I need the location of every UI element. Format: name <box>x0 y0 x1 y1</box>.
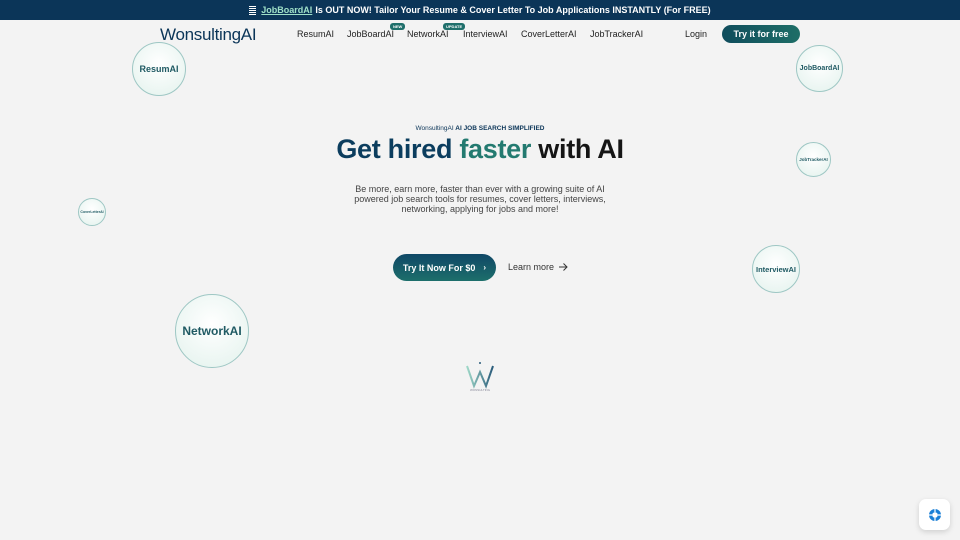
page-title: Get hired faster with AI <box>0 134 960 165</box>
nav-item-jobtrackerai[interactable]: JobTrackerAI <box>590 29 643 39</box>
eyebrow: WonsultingAI AI JOB SEARCH SIMPLIFIED <box>0 125 960 132</box>
w-logo-caption: WONSULTING <box>469 388 491 392</box>
bubble-jobboardai[interactable]: JobBoardAI <box>796 45 843 92</box>
bubble-networkai[interactable]: NetworkAI <box>175 294 249 368</box>
announcement-text: Is OUT NOW! Tailor Your Resume & Cover L… <box>315 5 711 15</box>
try-now-button[interactable]: Try It Now For $0 › <box>393 254 496 281</box>
nav-label: NetworkAI <box>407 29 449 39</box>
try-now-label: Try It Now For $0 <box>402 262 476 273</box>
nav-item-jobboardai[interactable]: JobBoardAI NEW <box>347 23 406 39</box>
eyebrow-text: AI JOB SEARCH SIMPLIFIED <box>455 125 545 132</box>
help-button[interactable] <box>919 499 950 530</box>
chevron-right-icon: › <box>483 263 487 272</box>
try-free-button[interactable]: Try it for free <box>722 25 800 43</box>
arrow-right-icon <box>559 263 568 271</box>
learn-more-link[interactable]: Learn more <box>508 262 568 272</box>
hero-subtitle: Be more, earn more, faster than ever wit… <box>354 184 606 214</box>
headline-part-3: with AI <box>538 134 624 164</box>
headline-part-1: Get hired <box>336 134 453 164</box>
nav-item-resumai[interactable]: ResumAI <box>297 29 334 39</box>
bubble-interviewai[interactable]: InterviewAI <box>752 245 800 293</box>
bubble-resumai[interactable]: ResumAI <box>132 42 186 96</box>
nav-label: JobBoardAI <box>347 29 395 39</box>
logo[interactable]: WonsultingAI <box>160 25 257 45</box>
jobboardai-link[interactable]: JobBoardAI <box>261 5 312 15</box>
nav-item-networkai[interactable]: NetworkAI UPDATE <box>407 23 466 39</box>
lifebuoy-icon <box>928 508 941 521</box>
eyebrow-logo: WonsultingAI <box>415 125 454 132</box>
announcement-bar: JobBoardAI Is OUT NOW! Tailor Your Resum… <box>0 0 960 20</box>
login-link[interactable]: Login <box>685 29 707 39</box>
learn-more-label: Learn more <box>508 262 555 272</box>
new-badge: NEW <box>390 23 406 30</box>
headline-part-2: faster <box>459 134 532 164</box>
bubble-coverletterai[interactable]: CoverLetterAI <box>78 198 106 226</box>
document-icon <box>249 5 257 15</box>
update-badge: UPDATE <box>443 23 466 30</box>
nav-item-interviewai[interactable]: InterviewAI <box>463 29 508 39</box>
nav-item-coverletterai[interactable]: CoverLetterAI <box>521 29 577 39</box>
